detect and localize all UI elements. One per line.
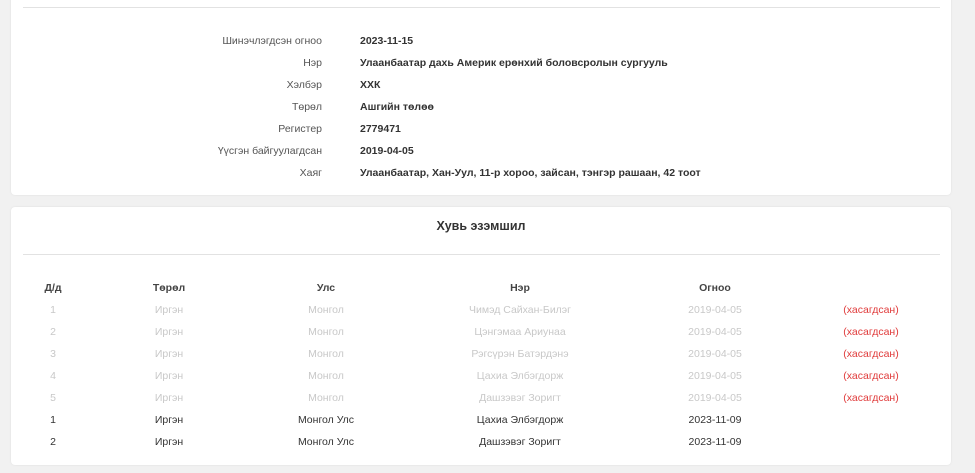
row-type: Иргэн xyxy=(154,348,184,360)
column-header-name: Нэр xyxy=(510,282,530,294)
info-value: 2779471 xyxy=(360,123,401,135)
info-label: Үүсгэн байгуулагдсан xyxy=(217,145,322,157)
row-index: 2 xyxy=(50,436,56,448)
top-divider xyxy=(23,7,940,8)
removed-badge: (хасагдсан) xyxy=(843,392,899,404)
row-index: 3 xyxy=(50,348,56,360)
info-label: Нэр xyxy=(303,57,322,69)
row-date: 2019-04-05 xyxy=(688,304,742,316)
row-country: Монгол Улс xyxy=(297,414,355,426)
table-row: 1 Иргэн Монгол Улс Цахиа Элбэгдорж 2023-… xyxy=(11,409,951,431)
row-index: 1 xyxy=(50,414,56,426)
row-country: Монгол xyxy=(308,392,344,404)
row-country: Монгол xyxy=(308,348,344,360)
column-header-type: Төрөл xyxy=(152,282,186,294)
table-row: 4 Иргэн Монгол Цахиа Элбэгдорж 2019-04-0… xyxy=(11,365,951,387)
row-date: 2023-11-09 xyxy=(688,436,742,448)
row-index: 2 xyxy=(50,326,56,338)
info-value: Улаанбаатар, Хан-Уул, 11-р хороо, зайсан… xyxy=(360,167,701,179)
row-date: 2019-04-05 xyxy=(688,326,742,338)
info-row-address: Хаяг Улаанбаатар, Хан-Уул, 11-р хороо, з… xyxy=(11,163,951,183)
row-index: 5 xyxy=(50,392,56,404)
info-value: 2019-04-05 xyxy=(360,145,414,157)
info-value: 2023-11-15 xyxy=(360,35,414,47)
row-date: 2019-04-05 xyxy=(688,370,742,382)
row-date: 2023-11-09 xyxy=(688,414,742,426)
ownership-card: Хувь эзэмшил Д/д Төрөл Улс Нэр Огноо 1 И… xyxy=(11,207,951,465)
row-type: Иргэн xyxy=(154,414,184,426)
row-country: Монгол Улс xyxy=(297,436,355,448)
row-date: 2019-04-05 xyxy=(688,348,742,360)
table-row: 2 Иргэн Монгол Цэнгэмаа Ариунаа 2019-04-… xyxy=(11,321,951,343)
removed-badge: (хасагдсан) xyxy=(843,326,899,338)
info-row-updated: Шинэчлэгдсэн огноо 2023-11-15 xyxy=(11,31,951,51)
row-date: 2019-04-05 xyxy=(688,392,742,404)
info-row-type: Төрөл Ашгийн төлөө xyxy=(11,97,951,117)
row-name: Рэгсүрэн Батэрдэнэ xyxy=(471,348,569,360)
info-row-form: Хэлбэр ХХК xyxy=(11,75,951,95)
column-header-date: Огноо xyxy=(699,282,731,294)
info-label: Хаяг xyxy=(299,167,322,179)
info-value: ХХК xyxy=(360,79,381,91)
table-row: 3 Иргэн Монгол Рэгсүрэн Батэрдэнэ 2019-0… xyxy=(11,343,951,365)
table-row: 5 Иргэн Монгол Дашзэвэг Зоригт 2019-04-0… xyxy=(11,387,951,409)
row-country: Монгол xyxy=(308,370,344,382)
row-name: Дашзэвэг Зоригт xyxy=(479,392,561,404)
row-type: Иргэн xyxy=(154,392,184,404)
info-label: Регистер xyxy=(278,123,322,135)
column-header-country: Улс xyxy=(316,282,336,294)
removed-badge: (хасагдсан) xyxy=(843,304,899,316)
row-name: Цахиа Элбэгдорж xyxy=(476,370,564,382)
removed-badge: (хасагдсан) xyxy=(843,348,899,360)
company-info-card: Шинэчлэгдсэн огноо 2023-11-15 Нэр Улаанб… xyxy=(11,0,951,195)
info-label: Шинэчлэгдсэн огноо xyxy=(222,35,322,47)
section-title: Хувь эзэмшил xyxy=(436,219,526,233)
row-country: Монгол xyxy=(308,304,344,316)
table-header: Д/д Төрөл Улс Нэр Огноо xyxy=(11,277,951,299)
row-name: Цахиа Элбэгдорж xyxy=(476,414,564,426)
row-name: Чимэд Сайхан-Билэг xyxy=(469,304,571,316)
removed-badge: (хасагдсан) xyxy=(843,370,899,382)
column-header-index: Д/д xyxy=(44,282,62,294)
row-name: Цэнгэмаа Ариунаа xyxy=(474,326,566,338)
section-divider xyxy=(23,254,940,255)
row-index: 1 xyxy=(50,304,56,316)
info-row-founded: Үүсгэн байгуулагдсан 2019-04-05 xyxy=(11,141,951,161)
info-label: Хэлбэр xyxy=(286,79,322,91)
info-row-register: Регистер 2779471 xyxy=(11,119,951,139)
table-row: 2 Иргэн Монгол Улс Дашзэвэг Зоригт 2023-… xyxy=(11,431,951,453)
row-type: Иргэн xyxy=(154,370,184,382)
row-type: Иргэн xyxy=(154,436,184,448)
info-value: Ашгийн төлөө xyxy=(360,101,434,113)
row-type: Иргэн xyxy=(154,304,184,316)
table-row: 1 Иргэн Монгол Чимэд Сайхан-Билэг 2019-0… xyxy=(11,299,951,321)
row-name: Дашзэвэг Зоригт xyxy=(479,436,561,448)
row-country: Монгол xyxy=(308,326,344,338)
row-index: 4 xyxy=(50,370,56,382)
info-label: Төрөл xyxy=(291,101,322,113)
info-row-name: Нэр Улаанбаатар дахь Америк ерөнхий боло… xyxy=(11,53,951,73)
row-type: Иргэн xyxy=(154,326,184,338)
info-value: Улаанбаатар дахь Америк ерөнхий боловсро… xyxy=(360,57,668,69)
